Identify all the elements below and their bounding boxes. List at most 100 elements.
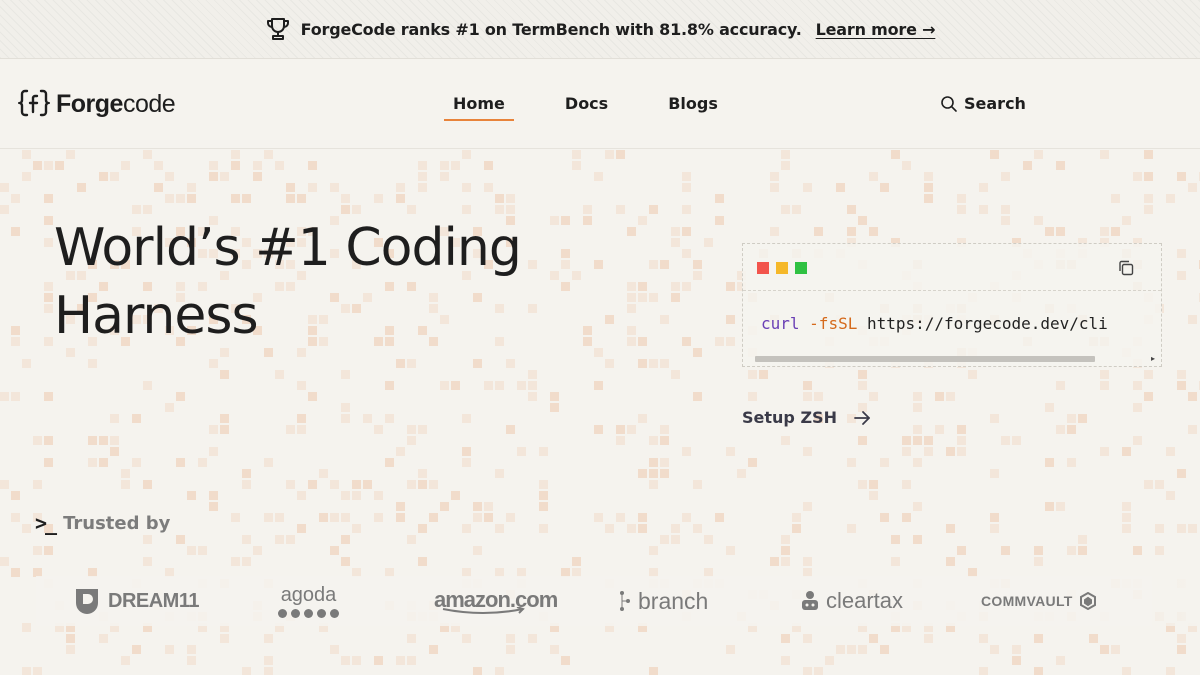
pattern-pixel [506, 634, 515, 643]
dream11-shield-icon [76, 589, 98, 614]
pattern-pixel [1144, 194, 1153, 203]
pattern-pixel [946, 524, 955, 533]
pattern-pixel [143, 535, 152, 544]
trusted-by-label: Trusted by [63, 512, 171, 534]
pattern-pixel [726, 315, 735, 324]
copy-icon[interactable] [1117, 259, 1135, 277]
pattern-pixel [858, 216, 867, 225]
pattern-pixel [792, 524, 801, 533]
pattern-pixel [264, 656, 273, 665]
pattern-pixel [209, 491, 218, 500]
pattern-pixel [1078, 546, 1087, 555]
pattern-pixel [1100, 370, 1109, 379]
pattern-pixel [605, 150, 614, 159]
nav-link-home[interactable]: Home [444, 94, 514, 121]
pattern-pixel [99, 436, 108, 445]
pattern-pixel [946, 557, 955, 566]
scroll-right-arrow-icon[interactable]: ▸ [1151, 354, 1155, 363]
pattern-pixel [132, 645, 141, 654]
pattern-pixel [913, 392, 922, 401]
pattern-pixel [473, 667, 482, 675]
pattern-pixel [594, 513, 603, 522]
pattern-pixel [330, 183, 339, 192]
announcement-text: ForgeCode ranks #1 on TermBench with 81.… [300, 19, 802, 39]
pattern-pixel [693, 348, 702, 357]
pattern-pixel [902, 161, 911, 170]
pattern-pixel [165, 645, 174, 654]
pattern-pixel [407, 656, 416, 665]
install-command[interactable]: curl -fsSL https://forgecode.dev/cli [761, 314, 1159, 333]
pattern-pixel [781, 557, 790, 566]
pattern-pixel [803, 381, 812, 390]
pattern-pixel [682, 513, 691, 522]
pattern-pixel [671, 524, 680, 533]
pattern-pixel [539, 447, 548, 456]
pattern-pixel [286, 480, 295, 489]
pattern-pixel [286, 535, 295, 544]
pattern-pixel [693, 392, 702, 401]
nav-link-docs[interactable]: Docs [556, 94, 617, 119]
pattern-pixel [902, 480, 911, 489]
close-dot [757, 262, 769, 274]
pattern-pixel [638, 359, 647, 368]
pattern-pixel [33, 480, 42, 489]
pattern-pixel [1188, 183, 1197, 192]
pattern-pixel [682, 337, 691, 346]
pattern-pixel [649, 480, 658, 489]
pattern-pixel [946, 392, 955, 401]
pattern-pixel [1122, 447, 1131, 456]
pattern-pixel [1012, 436, 1021, 445]
amazon-smile-icon [442, 607, 525, 614]
pattern-pixel [187, 645, 196, 654]
pattern-pixel [33, 161, 42, 170]
pattern-pixel [418, 425, 427, 434]
learn-more-link[interactable]: Learn more → [816, 20, 936, 39]
pattern-pixel [1166, 447, 1175, 456]
pattern-pixel [1166, 491, 1175, 500]
pattern-pixel [11, 491, 20, 500]
pattern-pixel [627, 425, 636, 434]
pattern-pixel [660, 436, 669, 445]
agoda-logo: agoda [278, 576, 339, 626]
pattern-pixel [143, 150, 152, 159]
branch-dots-icon [620, 591, 630, 611]
pattern-pixel [990, 469, 999, 478]
pattern-pixel [407, 425, 416, 434]
pattern-pixel [429, 513, 438, 522]
pattern-pixel [121, 656, 130, 665]
setup-zsh-link[interactable]: Setup ZSH [742, 408, 871, 427]
pattern-pixel [44, 304, 53, 313]
pattern-pixel [187, 656, 196, 665]
pattern-pixel [44, 337, 53, 346]
pattern-pixel [1144, 172, 1153, 181]
search-button[interactable]: Search [940, 94, 1026, 113]
pattern-pixel [473, 513, 482, 522]
pattern-pixel [803, 557, 812, 566]
pattern-pixel [715, 216, 724, 225]
pattern-pixel [275, 161, 284, 170]
nav-link-blogs[interactable]: Blogs [659, 94, 727, 119]
scrollbar-thumb[interactable] [755, 356, 1095, 362]
pattern-pixel [1188, 392, 1197, 401]
pattern-pixel [649, 293, 658, 302]
pattern-pixel [682, 447, 691, 456]
pattern-pixel [1034, 216, 1043, 225]
pattern-pixel [77, 183, 86, 192]
horizontal-scrollbar[interactable]: ▸ [753, 354, 1157, 363]
pattern-pixel [1067, 414, 1076, 423]
announcement-bar: ForgeCode ranks #1 on TermBench with 81.… [0, 0, 1200, 59]
pattern-pixel [913, 535, 922, 544]
pattern-pixel [143, 480, 152, 489]
pattern-pixel [715, 337, 724, 346]
pattern-pixel [22, 524, 31, 533]
pattern-pixel [649, 436, 658, 445]
pattern-pixel [880, 513, 889, 522]
pattern-pixel [1166, 194, 1175, 203]
pattern-pixel [594, 348, 603, 357]
pattern-pixel [506, 513, 515, 522]
pattern-pixel [825, 656, 834, 665]
pattern-pixel [121, 480, 130, 489]
pattern-pixel [715, 513, 724, 522]
pattern-pixel [11, 227, 20, 236]
brand-logo[interactable]: Forgecode [18, 88, 176, 120]
